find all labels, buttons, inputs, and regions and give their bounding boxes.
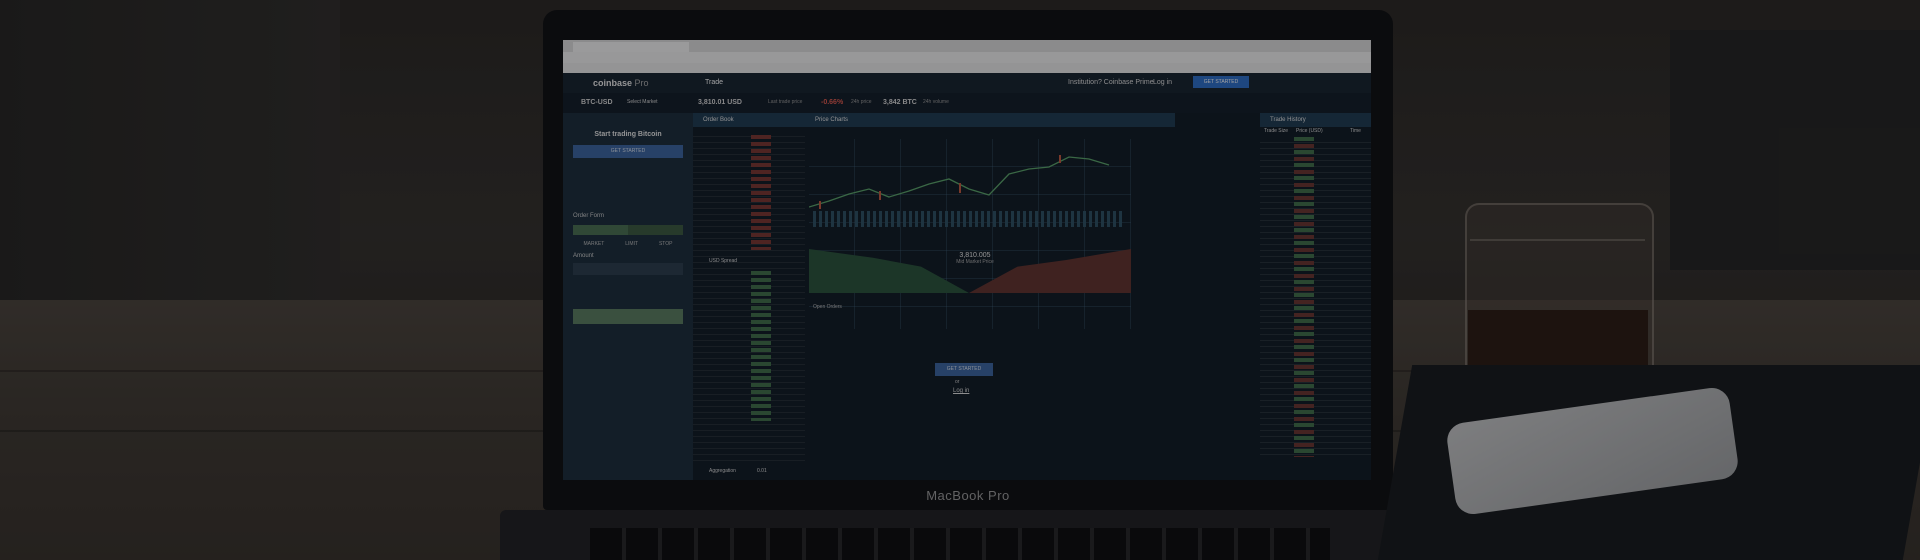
order-form-panel: Start trading Bitcoin GET STARTED Order … <box>563 113 693 480</box>
price-line <box>809 156 1110 208</box>
aggregation-label: Aggregation <box>709 468 736 474</box>
col-trade-size: Trade Size <box>1264 128 1288 134</box>
coinbase-logo[interactable]: coinbase Pro <box>593 78 649 88</box>
trade-history-rows <box>1260 137 1371 457</box>
aggregation-value[interactable]: 0.01 <box>757 468 767 474</box>
candle <box>959 183 961 193</box>
left-get-started-button[interactable]: GET STARTED <box>573 145 683 158</box>
price-charts-header: Price Charts <box>805 113 1175 127</box>
ask-prices <box>751 135 771 250</box>
laptop: coinbase Pro Trade Institution? Coinbase… <box>543 10 1393 510</box>
open-orders-get-started-button[interactable]: GET STARTED <box>935 363 993 376</box>
col-time: Time <box>1350 128 1361 134</box>
amount-label: Amount <box>573 253 594 259</box>
bid-prices <box>751 271 771 421</box>
order-book-header: Order Book <box>693 113 805 127</box>
buy-option[interactable] <box>573 225 628 235</box>
price-change: -0.66% <box>821 99 844 106</box>
price-change-label: 24h price <box>851 99 872 105</box>
trade-history-panel: Trade History Trade Size Price (USD) Tim… <box>1260 113 1371 480</box>
market-pair[interactable]: BTC-USD <box>581 99 613 106</box>
laptop-keyboard <box>590 528 1330 560</box>
market-bar: BTC-USD Select Market 3,810.01 USD Last … <box>563 93 1371 113</box>
candle <box>879 191 881 200</box>
last-price-label: Last trade price <box>768 99 803 105</box>
browser-bookmarks-bar <box>563 63 1371 73</box>
open-orders-header: Open Orders <box>813 304 842 310</box>
amount-input[interactable] <box>573 263 683 275</box>
price-chart-panel: Price Charts 3,810.005 Mid Market Price … <box>805 113 1175 480</box>
col-price: Price (USD) <box>1296 128 1323 134</box>
photo-scene: coinbase Pro Trade Institution? Coinbase… <box>0 0 1920 560</box>
order-book-rows <box>693 131 805 461</box>
start-trading-title: Start trading Bitcoin <box>594 131 662 138</box>
order-type-tabs: MARKET LIMIT STOP <box>573 241 683 247</box>
volume: 3,842 BTC <box>883 99 917 106</box>
tab-limit[interactable]: LIMIT <box>625 241 638 247</box>
volume-label: 24h volume <box>923 99 949 105</box>
laptop-screen: coinbase Pro Trade Institution? Coinbase… <box>563 40 1371 480</box>
candlestick-chart[interactable] <box>809 139 1131 249</box>
tab-market[interactable]: MARKET <box>583 241 604 247</box>
nav-trade-link[interactable]: Trade <box>705 79 723 86</box>
order-form-label: Order Form <box>573 213 605 219</box>
select-market-dropdown[interactable]: Select Market <box>627 99 658 105</box>
header-get-started-button[interactable]: GET STARTED <box>1193 76 1249 88</box>
browser-tab-bar <box>563 40 1371 52</box>
jar-rim <box>1470 203 1645 241</box>
tab-stop[interactable]: STOP <box>659 241 673 247</box>
header-login-link[interactable]: Log in <box>1153 79 1172 86</box>
usd-spread-label: USD Spread <box>709 258 738 264</box>
mid-price-label: Mid Market Price <box>956 259 994 265</box>
background-wall <box>0 0 340 300</box>
open-orders-login-link[interactable]: Log in <box>953 388 969 394</box>
order-book-panel: Order Book USD Spread Aggregation 0.01 <box>693 113 805 480</box>
buy-sell-toggle[interactable] <box>573 225 683 235</box>
app-header: coinbase Pro Trade Institution? Coinbase… <box>563 73 1371 93</box>
candle <box>819 201 821 209</box>
candle <box>1059 155 1061 163</box>
browser-address-bar[interactable] <box>563 52 1371 63</box>
institution-link[interactable]: Institution? Coinbase Prime <box>1068 79 1154 86</box>
last-price: 3,810.01 USD <box>698 99 742 106</box>
place-order-button[interactable] <box>573 309 683 324</box>
or-label: or <box>955 379 960 385</box>
mid-market-price: 3,810.005 Mid Market Price <box>945 252 1005 265</box>
background-window <box>1670 30 1920 270</box>
mid-price-value: 3,810.005 <box>959 252 991 259</box>
laptop-brand-label: MacBook Pro <box>926 488 1010 503</box>
browser-tab[interactable] <box>573 42 689 52</box>
volume-bars <box>813 211 1123 227</box>
candles <box>819 155 1061 209</box>
trade-history-prices <box>1294 137 1314 457</box>
trade-history-header: Trade History <box>1260 113 1371 127</box>
